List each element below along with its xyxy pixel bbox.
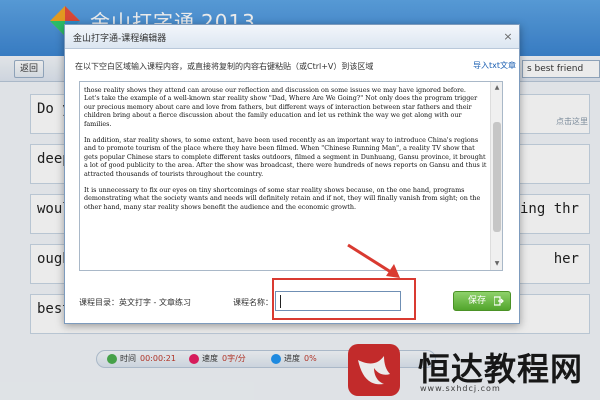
scroll-down-icon[interactable]: ▼ xyxy=(492,259,502,269)
editor-paragraph: It is unnecessary to fix our eyes on tin… xyxy=(84,186,481,211)
editor-instruction: 在以下空白区域输入课程内容，或直接将复制的内容右键粘贴（或Ctrl+V）到该区域 xyxy=(75,62,374,71)
save-arrow-icon xyxy=(494,296,504,306)
import-txt-link[interactable]: 导入txt文章 xyxy=(473,60,516,71)
course-catalog-label: 课程目录：英文打字 - 文章练习 xyxy=(79,298,191,307)
scroll-thumb[interactable] xyxy=(493,122,501,232)
editor-text[interactable]: those reality shows they attend can arou… xyxy=(84,86,488,219)
editor-paragraph: those reality shows they attend can arou… xyxy=(84,86,466,94)
scroll-up-icon[interactable]: ▲ xyxy=(492,83,502,93)
editor-paragraph: In addition, star reality shows, to some… xyxy=(84,136,487,178)
dialog-titlebar: 金山打字通-课程编辑器 × xyxy=(65,25,519,49)
course-name-label: 课程名称： xyxy=(233,298,273,307)
save-button[interactable]: 保存 xyxy=(453,291,511,311)
highlight-box xyxy=(272,278,416,320)
course-content-editor[interactable]: those reality shows they attend can arou… xyxy=(79,81,503,271)
editor-scrollbar[interactable]: ▲ ▼ xyxy=(490,82,502,270)
editor-paragraph: Let's take the example of a well-known s… xyxy=(84,94,478,128)
dialog-title: 金山打字通-课程编辑器 xyxy=(73,34,167,44)
close-icon[interactable]: × xyxy=(501,30,515,44)
